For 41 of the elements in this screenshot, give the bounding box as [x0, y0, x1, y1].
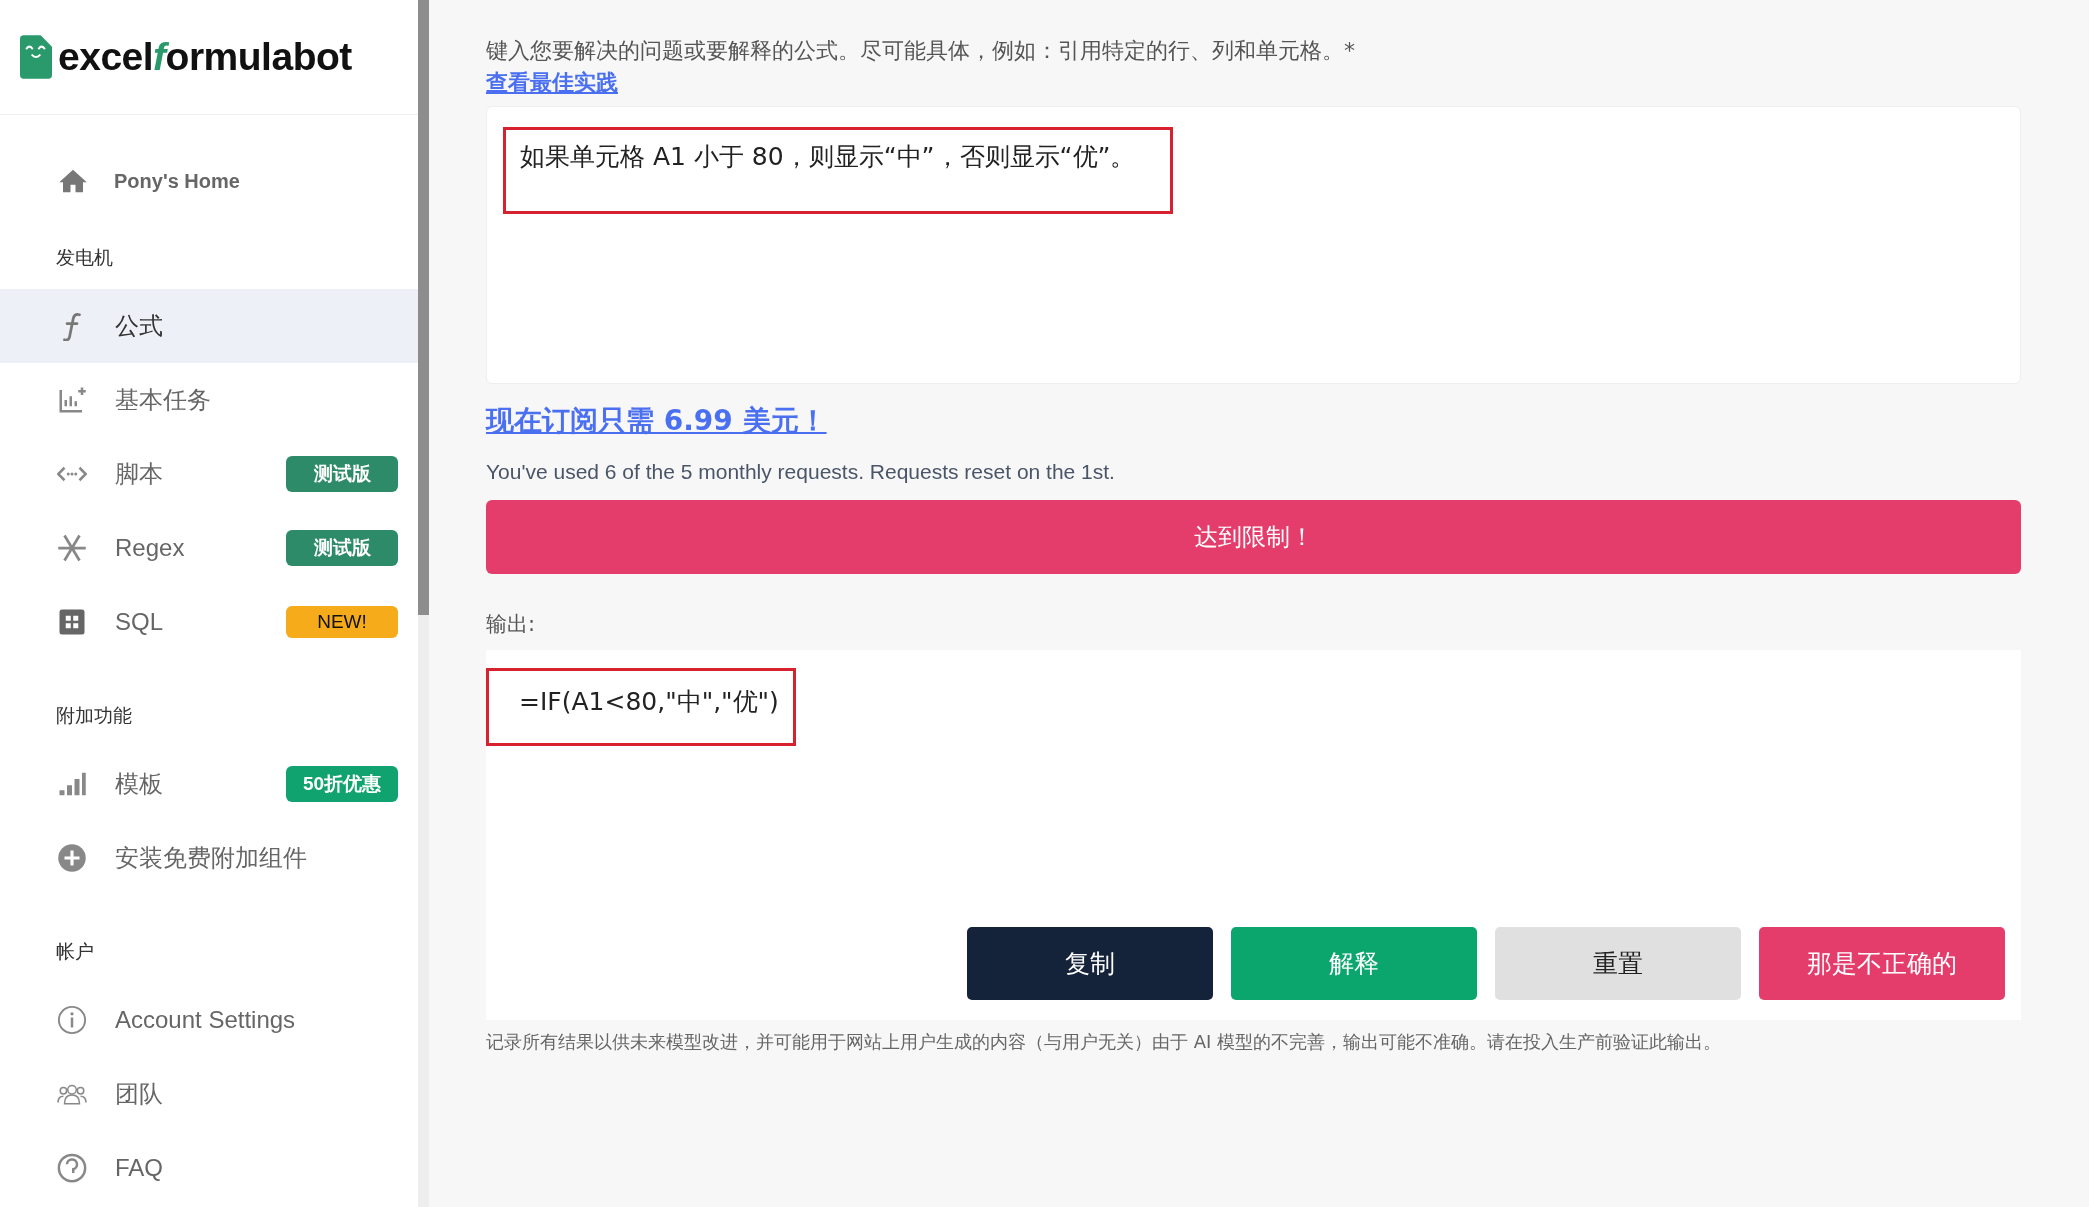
section-heading: 帐户 — [55, 939, 95, 964]
nav-badge: NEW! — [286, 606, 398, 638]
nav-badge: 测试版 — [286, 530, 398, 566]
logo-icon — [20, 35, 52, 79]
logo-text: excelformulabot — [58, 35, 352, 79]
output-label: 输出: — [486, 611, 537, 638]
plus-icon — [57, 843, 87, 873]
question-text: 如果单元格 A1 小于 80，则显示“中”，否则显示“优”。 — [520, 142, 1136, 171]
chart-icon — [57, 385, 87, 415]
nav-item[interactable]: Account Settings — [0, 983, 418, 1057]
section-heading: 附加功能 — [55, 703, 133, 728]
prompt-label: 键入您要解决的问题或要解释的公式。尽可能具体，例如：引用特定的行、列和单元格。* — [486, 37, 1356, 65]
nav-item[interactable]: FAQ — [0, 1131, 418, 1205]
help-icon — [57, 1153, 87, 1183]
nav-item[interactable]: 安装免费附加组件 — [0, 821, 418, 895]
action-button[interactable]: 复制 — [967, 927, 1213, 1000]
section-heading: 发电机 — [55, 245, 114, 270]
nav-badge: 测试版 — [286, 456, 398, 492]
scrollbar-thumb[interactable] — [418, 0, 429, 615]
nav-item[interactable]: 公式 — [0, 289, 418, 363]
action-button[interactable]: 重置 — [1495, 927, 1741, 1000]
best-practice-link[interactable]: 查看最佳实践 — [486, 68, 618, 98]
usage-text: You've used 6 of the 5 monthly requests. Requests reset on the 1st. — [486, 460, 1116, 484]
nav-item[interactable]: 基本任务 — [0, 363, 418, 437]
nav-item[interactable]: 团队 — [0, 1057, 418, 1131]
nav-item[interactable]: SQL NEW! — [0, 585, 418, 659]
nav-badge: 50折优惠 — [286, 766, 398, 802]
formula-text: =IF(A1<80,"中","优") — [519, 687, 779, 716]
action-button[interactable]: 那是不正确的 — [1759, 927, 2005, 1000]
info-icon — [57, 1005, 87, 1035]
home-link[interactable]: Pony's Home — [0, 115, 418, 201]
question-field[interactable]: 如果单元格 A1 小于 80，则显示“中”，否则显示“优”。 — [486, 106, 2021, 384]
subscribe-link[interactable]: 现在订阅只需 6.99 美元！ — [486, 402, 827, 440]
nav-item[interactable]: Regex 测试版 — [0, 511, 418, 585]
nav-item[interactable]: 脚本 测试版 — [0, 437, 418, 511]
action-button[interactable]: 解释 — [1231, 927, 1477, 1000]
grid-icon — [57, 607, 87, 637]
asterisk-icon — [57, 533, 87, 563]
disclaimer-text: 记录所有结果以供未来模型改进，并可能用于网站上用户生成的内容（与用户无关）由于 AI 模型的不完善，输出可能不准确。请在投入生产前验证此输出。 — [486, 1030, 1723, 1054]
limit-button[interactable]: 达到限制！ — [486, 500, 2021, 574]
nav-item[interactable]: 模板 50折优惠 — [0, 747, 418, 821]
